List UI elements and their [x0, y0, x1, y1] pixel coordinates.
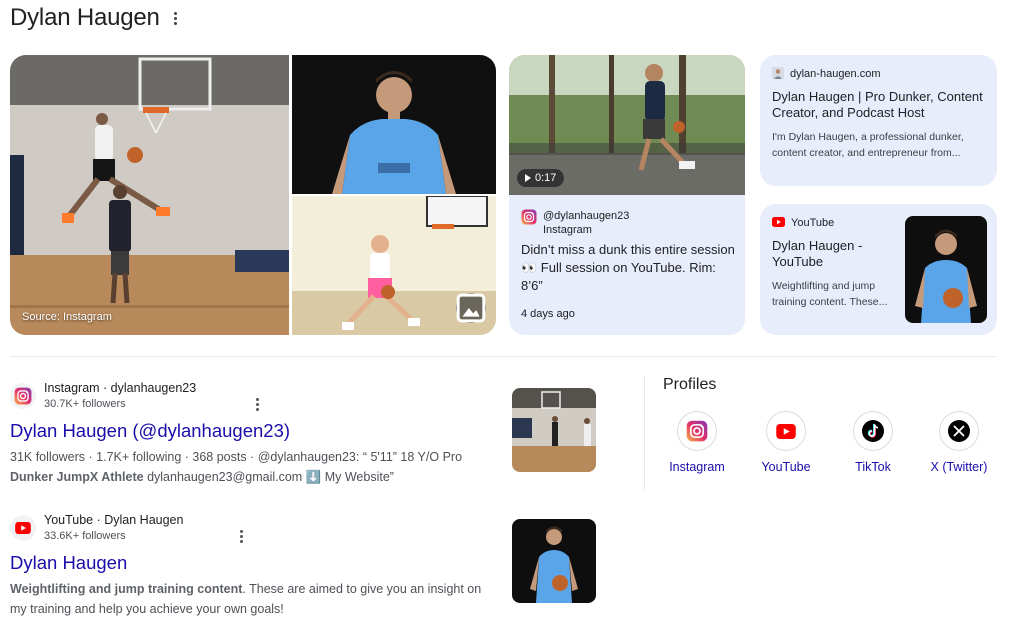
instagram-post-card[interactable]: 0:17 @dylanhaugen23 Instagram Didn’t mis…	[509, 55, 745, 335]
youtube-icon	[766, 411, 806, 451]
column-divider	[644, 376, 645, 491]
profile-youtube[interactable]: YouTube	[746, 411, 826, 474]
result-source[interactable]: YouTube · Dylan Haugen 33.6K+ followers	[10, 512, 490, 544]
pink-shorts-dunk-photo[interactable]	[292, 196, 496, 335]
youtube-card-title[interactable]: Dylan Haugen - YouTube	[772, 238, 884, 270]
result-site: YouTube · Dylan Haugen	[44, 513, 184, 527]
result-more-options-icon[interactable]	[239, 529, 243, 543]
profile-label: YouTube	[761, 460, 811, 474]
youtube-card[interactable]: YouTube Dylan Haugen - YouTube Weightlif…	[760, 204, 997, 335]
knowledge-panel-header: Dylan Haugen	[10, 2, 182, 34]
result-site: Instagram · dylanhaugen23	[44, 381, 197, 395]
gym-dunk-photo[interactable]: Source: Instagram	[10, 55, 289, 335]
image-gallery-icon[interactable]	[456, 293, 486, 323]
youtube-icon	[10, 515, 36, 541]
page-title: Dylan Haugen	[10, 4, 160, 31]
image-collage: Source: Instagram	[10, 55, 496, 335]
result-thumbnail-youtube[interactable]	[512, 519, 596, 603]
profiles-section: Profiles Instagram YouTube TikTok X (Twi…	[663, 376, 1003, 474]
profile-x-twitter[interactable]: X (Twitter)	[919, 411, 999, 474]
video-duration: 0:17	[517, 169, 565, 187]
result-more-options-icon[interactable]	[255, 397, 259, 411]
website-title[interactable]: Dylan Haugen | Pro Dunker, Content Creat…	[772, 89, 985, 121]
result-title-link[interactable]: Dylan Haugen (@dylanhaugen23)	[10, 419, 490, 443]
result-source[interactable]: Instagram · dylanhaugen23 30.7K+ followe…	[10, 380, 490, 412]
section-divider	[10, 356, 996, 357]
play-icon	[525, 174, 531, 182]
profile-label: TikTok	[855, 460, 891, 474]
search-result-instagram: Instagram · dylanhaugen23 30.7K+ followe…	[10, 380, 490, 487]
instagram-icon	[10, 383, 36, 409]
search-result-youtube: YouTube · Dylan Haugen 33.6K+ followers …	[10, 512, 490, 619]
image-source-label: Source: Instagram	[22, 311, 112, 323]
profiles-title: Profiles	[663, 376, 717, 393]
profile-label: X (Twitter)	[930, 460, 988, 474]
website-card[interactable]: dylan-haugen.com Dylan Haugen | Pro Dunk…	[760, 55, 997, 186]
profile-tiktok[interactable]: TikTok	[833, 411, 913, 474]
profile-label: Instagram	[669, 460, 725, 474]
jersey-portrait-photo[interactable]	[292, 55, 496, 194]
result-thumbnail-instagram[interactable]	[512, 388, 596, 472]
more-options-icon[interactable]	[170, 8, 182, 28]
tiktok-icon	[853, 411, 893, 451]
post-handle: @dylanhaugen23	[543, 210, 630, 222]
website-snippet: I'm Dylan Haugen, a professional dunker,…	[772, 131, 964, 159]
result-followers: 33.6K+ followers	[44, 530, 126, 542]
post-author: @dylanhaugen23 Instagram	[521, 209, 629, 237]
instagram-icon	[521, 209, 537, 230]
youtube-card-snippet: Weightlifting and jump training content.…	[772, 280, 888, 308]
post-date: 4 days ago	[521, 308, 575, 320]
result-title-link[interactable]: Dylan Haugen	[10, 551, 490, 575]
post-caption: Didn’t miss a dunk this entire session 👀…	[521, 242, 735, 293]
x-icon	[939, 411, 979, 451]
result-followers: 30.7K+ followers	[44, 398, 126, 410]
profile-instagram[interactable]: Instagram	[657, 411, 737, 474]
website-source: dylan-haugen.com	[772, 66, 985, 82]
youtube-channel-thumbnail[interactable]	[905, 216, 987, 323]
instagram-icon	[677, 411, 717, 451]
site-favicon-icon	[772, 66, 784, 82]
result-snippet: Weightlifting and jump training content.…	[10, 582, 482, 616]
result-snippet: 31K followers · 1.7K+ following · 368 po…	[10, 450, 463, 484]
video-thumbnail[interactable]: 0:17	[509, 55, 745, 195]
post-platform: Instagram	[543, 224, 592, 236]
youtube-icon	[772, 216, 785, 230]
